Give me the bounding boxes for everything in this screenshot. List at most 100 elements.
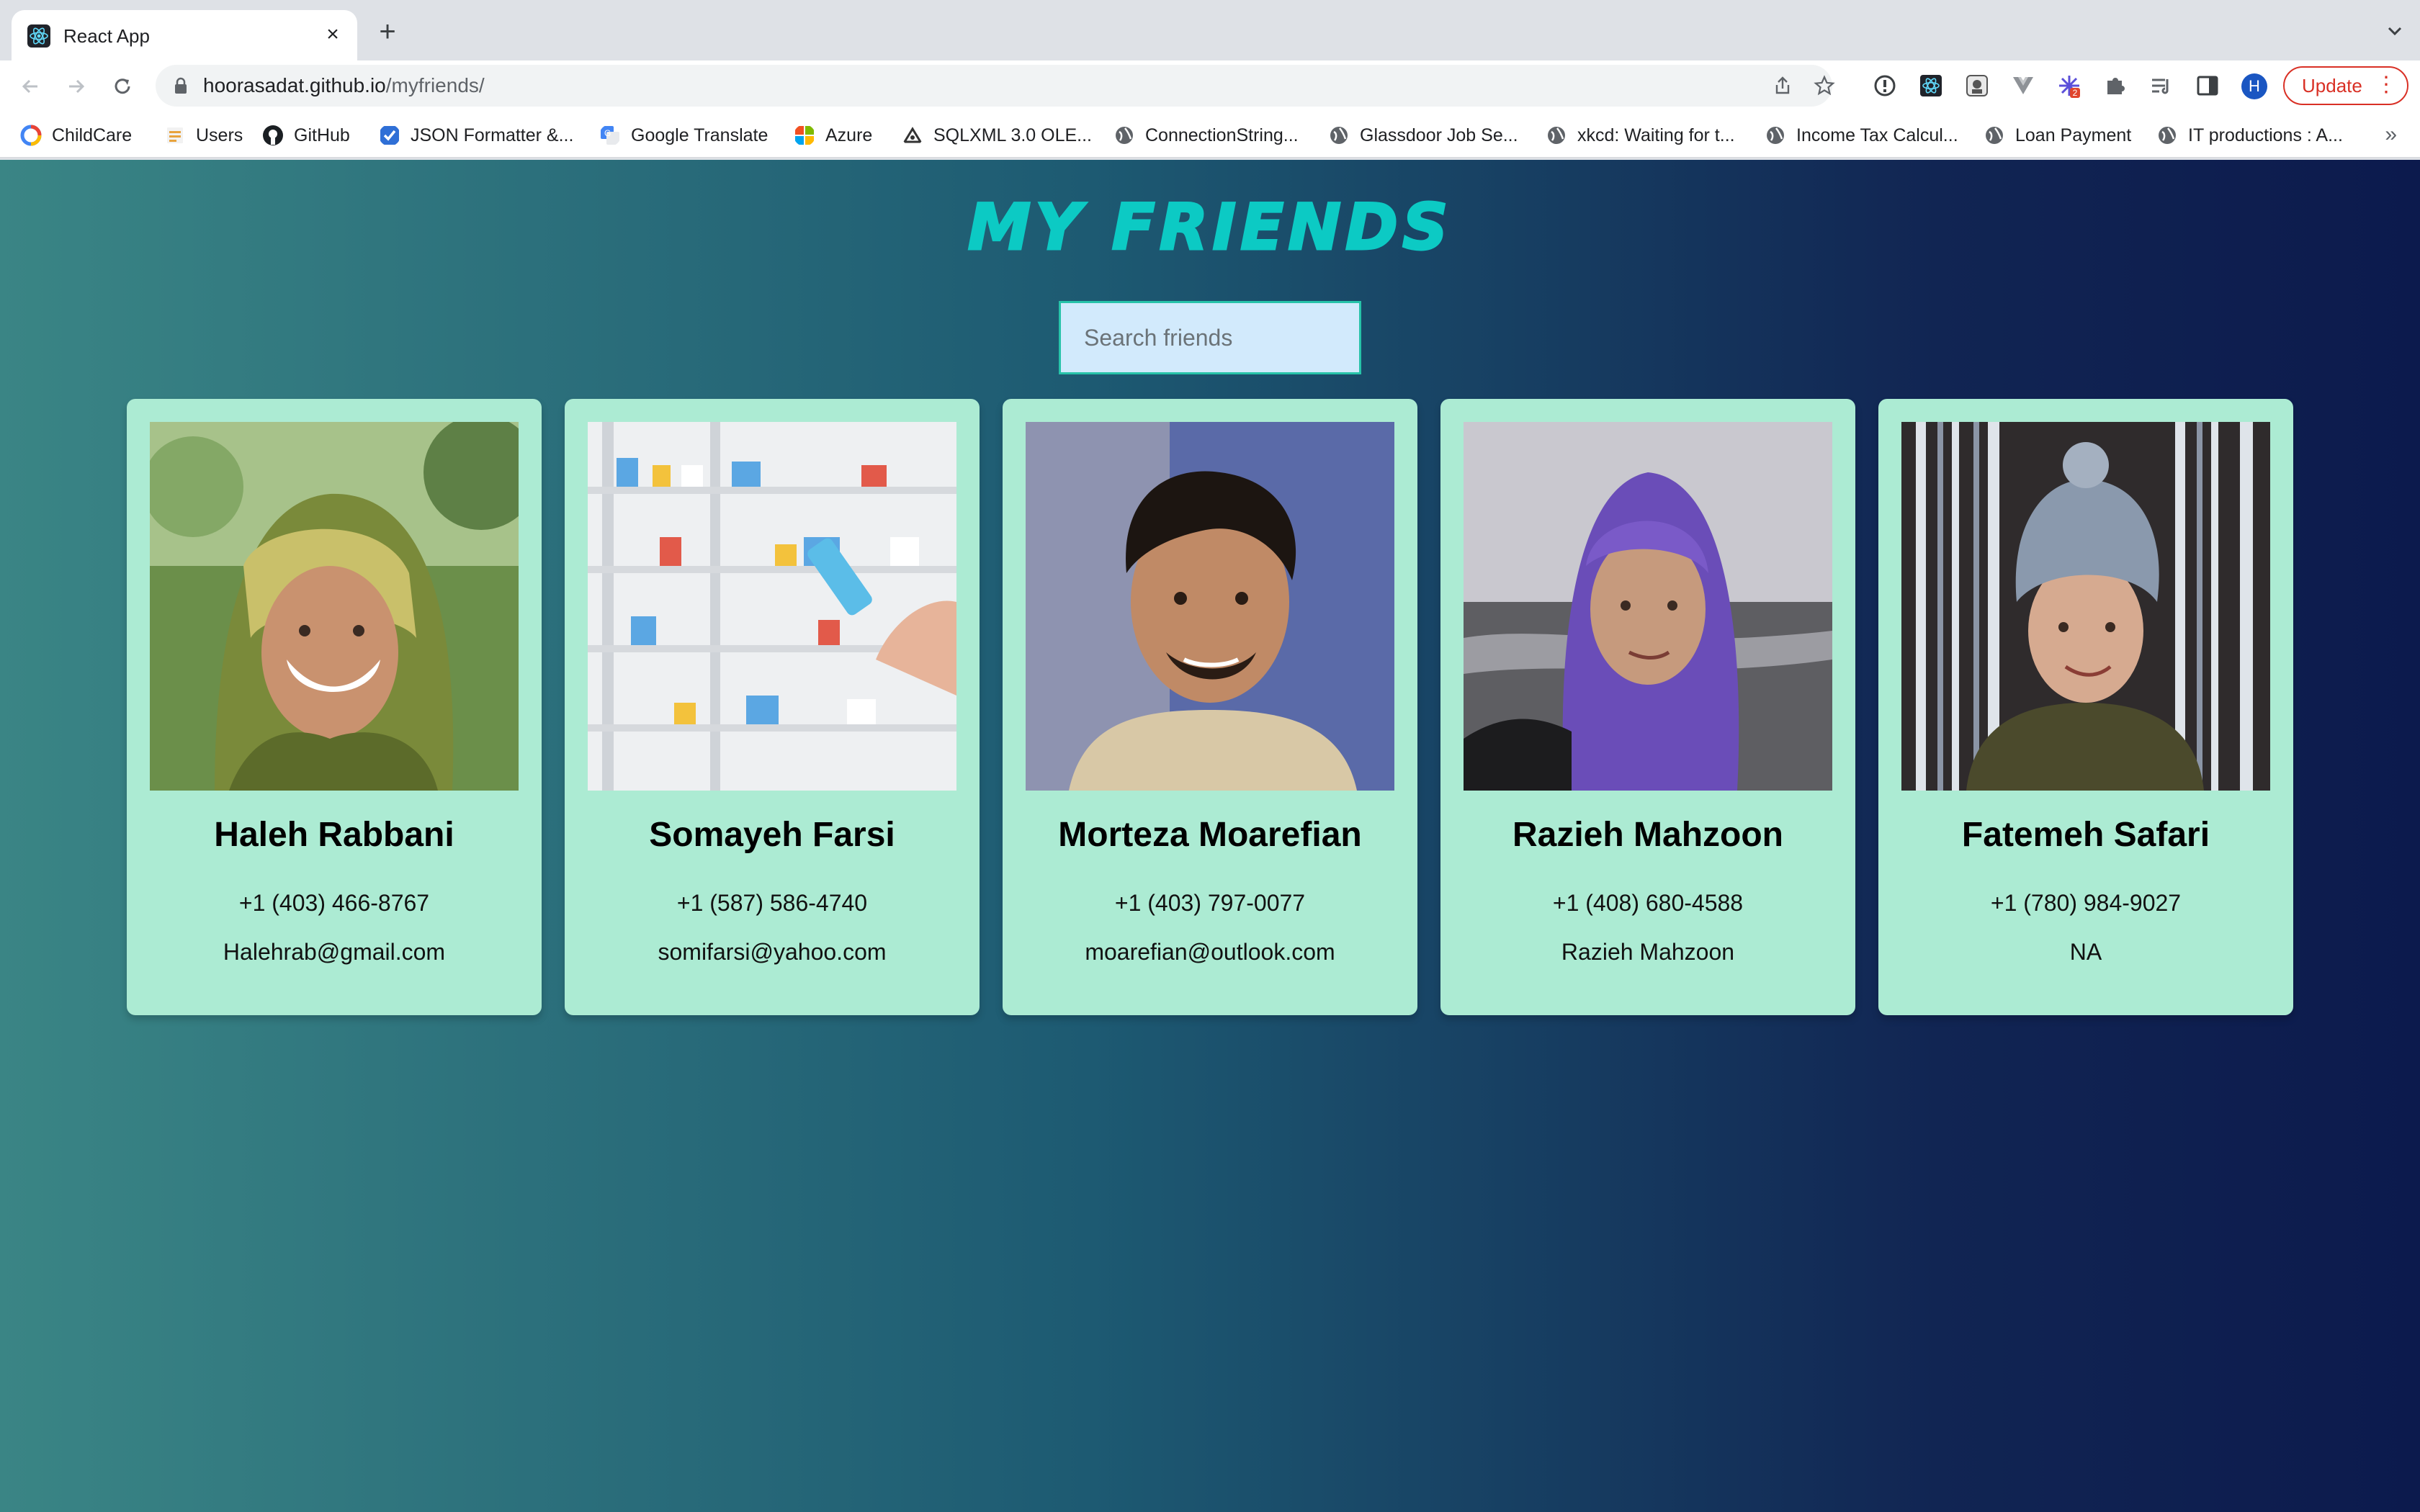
friend-photo bbox=[588, 422, 956, 791]
bookmark-childcare[interactable]: ChildCare bbox=[20, 121, 132, 150]
browser-toolbar: hoorasadat.github.io/myfriends/ 2 H Upda… bbox=[0, 60, 2420, 112]
address-bar[interactable]: hoorasadat.github.io/myfriends/ bbox=[156, 65, 1835, 107]
info-extension-icon[interactable] bbox=[1873, 73, 1897, 98]
bookmarks-bar: ChildCare Users GitHub JSON Formatter &.… bbox=[0, 112, 2420, 158]
globe-icon bbox=[1767, 127, 1784, 144]
bookmark-label: Azure bbox=[825, 125, 873, 145]
extension-badge: 2 bbox=[2073, 88, 2078, 98]
bookmarks-overflow-icon[interactable]: » bbox=[2385, 122, 2397, 147]
bookmark-xkcd[interactable]: xkcd: Waiting for t... bbox=[1546, 121, 1735, 150]
microsoft-icon bbox=[795, 126, 814, 145]
card-list: Haleh Rabbani +1 (403) 466-8767 Halehrab… bbox=[127, 399, 2293, 1015]
bookmark-label: Google Translate bbox=[631, 125, 768, 145]
translate-icon: G bbox=[601, 126, 619, 145]
friend-email: NA bbox=[2069, 939, 2102, 965]
globe-icon bbox=[2159, 127, 2176, 144]
forward-arrow-icon[interactable] bbox=[63, 73, 89, 99]
close-icon[interactable]: × bbox=[320, 22, 346, 48]
friend-phone: +1 (403) 797-0077 bbox=[1114, 890, 1306, 916]
profile-avatar[interactable]: H bbox=[2241, 73, 2267, 99]
friend-phone: +1 (408) 680-4588 bbox=[1552, 890, 1744, 916]
users-icon bbox=[167, 127, 183, 143]
tab-strip: React App × + bbox=[0, 0, 2420, 60]
bookmark-github[interactable]: GitHub bbox=[262, 121, 350, 150]
friend-email: Halehrab@gmail.com bbox=[223, 939, 446, 965]
friend-name: Haleh Rabbani bbox=[214, 816, 454, 854]
bookmark-label: SQLXML 3.0 OLE... bbox=[933, 125, 1093, 145]
friend-email: somifarsi@yahoo.com bbox=[658, 939, 887, 965]
svg-text:G: G bbox=[604, 128, 611, 138]
side-panel-icon[interactable] bbox=[2195, 73, 2220, 98]
friend-phone: +1 (403) 466-8767 bbox=[238, 890, 430, 916]
url-text: hoorasadat.github.io/myfriends/ bbox=[203, 75, 485, 96]
bookmark-income-tax[interactable]: Income Tax Calcul... bbox=[1765, 121, 1958, 150]
bookmark-json-formatter[interactable]: JSON Formatter &... bbox=[379, 121, 573, 150]
page-content: MY FRIENDS Haleh Rabbani +1 (403) 466-8 bbox=[0, 160, 2420, 1512]
friend-card: Morteza Moarefian +1 (403) 797-0077 moar… bbox=[1003, 399, 1417, 1015]
checkbox-icon bbox=[380, 126, 399, 145]
bookmark-users[interactable]: Users bbox=[164, 121, 243, 150]
friend-photo bbox=[150, 422, 519, 791]
extension-icon[interactable] bbox=[1965, 73, 1989, 98]
bookmark-connectionstring[interactable]: ConnectionString... bbox=[1113, 121, 1299, 150]
url-path: /myfriends/ bbox=[385, 74, 485, 96]
bookmark-label: ChildCare bbox=[52, 125, 133, 145]
more-vert-icon: ⋮ bbox=[2375, 73, 2397, 96]
github-icon bbox=[263, 125, 283, 145]
vue-devtools-icon[interactable] bbox=[2011, 73, 2035, 98]
friend-card: Haleh Rabbani +1 (403) 466-8767 Halehrab… bbox=[127, 399, 542, 1015]
sqlxml-icon bbox=[902, 127, 923, 143]
url-host: hoorasadat.github.io bbox=[203, 74, 386, 96]
chevron-down-icon[interactable] bbox=[2384, 20, 2406, 42]
globe-icon bbox=[1330, 127, 1348, 144]
star-icon[interactable] bbox=[1814, 75, 1835, 96]
share-icon[interactable] bbox=[1772, 75, 1793, 96]
bookmark-label: Loan Payment bbox=[2015, 125, 2132, 145]
globe-icon bbox=[1986, 127, 2003, 144]
friend-card: Somayeh Farsi +1 (587) 586-4740 somifars… bbox=[565, 399, 980, 1015]
page-title: MY FRIENDS bbox=[967, 190, 1453, 264]
react-devtools-icon[interactable] bbox=[1919, 73, 1943, 98]
puzzle-icon[interactable] bbox=[2103, 73, 2128, 98]
friend-email: moarefian@outlook.com bbox=[1085, 939, 1335, 965]
bookmark-azure[interactable]: Azure bbox=[794, 121, 872, 150]
bookmark-google-translate[interactable]: G Google Translate bbox=[599, 121, 768, 150]
friend-card: Razieh Mahzoon +1 (408) 680-4588 Razieh … bbox=[1440, 399, 1855, 1015]
tab-title: React App bbox=[63, 25, 150, 47]
friend-name: Fatemeh Safari bbox=[1961, 816, 2210, 854]
globe-icon bbox=[1116, 127, 1133, 144]
bookmark-label: GitHub bbox=[294, 125, 350, 145]
friend-name: Somayeh Farsi bbox=[649, 816, 895, 854]
friend-name: Morteza Moarefian bbox=[1058, 816, 1362, 854]
browser-tab[interactable]: React App × bbox=[12, 10, 357, 60]
friend-phone: +1 (587) 586-4740 bbox=[676, 890, 868, 916]
bookmark-label: JSON Formatter &... bbox=[411, 125, 574, 145]
new-tab-button[interactable]: + bbox=[373, 17, 402, 46]
bookmark-sqlxml[interactable]: SQLXML 3.0 OLE... bbox=[902, 121, 1092, 150]
friend-photo bbox=[1464, 422, 1832, 791]
globe-icon bbox=[1548, 127, 1565, 144]
childcare-icon bbox=[20, 125, 42, 146]
back-arrow-icon[interactable] bbox=[17, 73, 43, 99]
bookmark-glassdoor[interactable]: Glassdoor Job Se... bbox=[1328, 121, 1518, 150]
reading-list-icon[interactable] bbox=[2149, 73, 2174, 98]
bookmark-label: Income Tax Calcul... bbox=[1796, 125, 1958, 145]
bookmark-loan-payment[interactable]: Loan Payment bbox=[1984, 121, 2131, 150]
friend-phone: +1 (780) 984-9027 bbox=[1990, 890, 2182, 916]
bookmark-label: Glassdoor Job Se... bbox=[1360, 125, 1518, 145]
update-button[interactable]: Update ⋮ bbox=[2283, 66, 2408, 105]
update-label: Update bbox=[2302, 75, 2362, 96]
reload-icon[interactable] bbox=[109, 73, 135, 99]
react-icon bbox=[27, 24, 50, 48]
bookmark-label: Users bbox=[196, 125, 243, 145]
friend-email: Razieh Mahzoon bbox=[1561, 939, 1735, 965]
search-input[interactable] bbox=[1059, 301, 1361, 374]
extension-sparkle-icon[interactable]: 2 bbox=[2057, 73, 2081, 98]
lock-icon bbox=[175, 77, 187, 94]
friend-photo bbox=[1901, 422, 2270, 791]
bookmark-label: IT productions : A... bbox=[2188, 125, 2343, 145]
bookmark-label: ConnectionString... bbox=[1145, 125, 1299, 145]
friend-card: Fatemeh Safari +1 (780) 984-9027 NA bbox=[1878, 399, 2293, 1015]
bookmark-it-productions[interactable]: IT productions : A... bbox=[2156, 121, 2343, 150]
bookmark-label: xkcd: Waiting for t... bbox=[1577, 125, 1735, 145]
